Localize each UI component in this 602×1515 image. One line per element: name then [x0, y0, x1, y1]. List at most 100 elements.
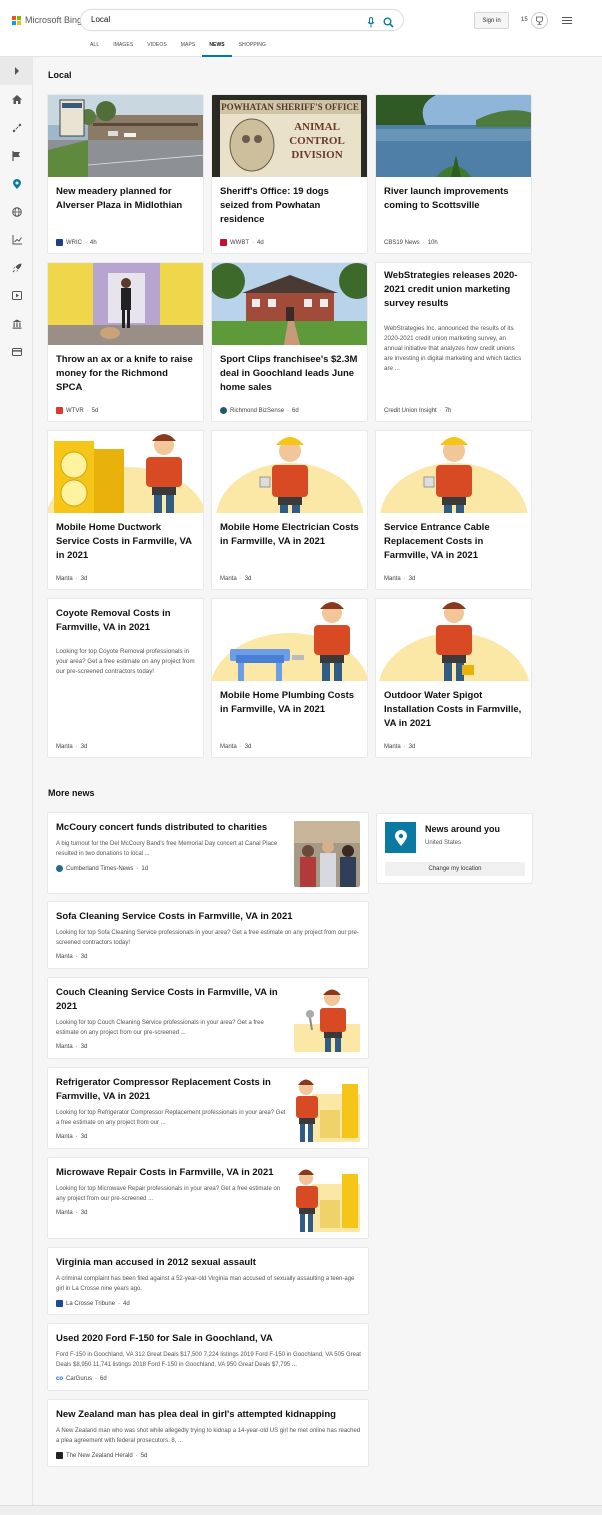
news-card[interactable]: Service Entrance Cable Replacement Costs…	[375, 430, 532, 590]
card-source: Manta · 3d	[56, 744, 88, 750]
tab-maps[interactable]: MAPS	[174, 40, 203, 57]
tab-videos[interactable]: VIDEOS	[140, 40, 174, 57]
source-name: Cumberland Times-News	[66, 865, 134, 872]
expand-rail-button[interactable]	[0, 57, 33, 85]
bank-icon[interactable]	[11, 318, 22, 329]
card-title[interactable]: River launch improvements coming to Scot…	[384, 185, 524, 213]
source-name: Manta	[220, 576, 237, 582]
source-name: Credit Union Insight	[384, 408, 437, 414]
news-around-title: News around you	[425, 824, 501, 834]
brand-name: Microsoft Bing	[25, 15, 83, 25]
news-card[interactable]: Mobile Home Electrician Costs in Farmvil…	[211, 430, 368, 590]
news-title[interactable]: Sofa Cleaning Service Costs in Farmville…	[56, 910, 293, 924]
card-title[interactable]: Mobile Home Ductwork Service Costs in Fa…	[56, 521, 196, 563]
news-thumbnail	[294, 1076, 360, 1142]
source-age: 6d	[100, 1376, 107, 1382]
microphone-icon[interactable]	[367, 15, 375, 33]
location-icon[interactable]	[11, 178, 22, 189]
news-title[interactable]: Refrigerator Compressor Replacement Cost…	[56, 1076, 286, 1104]
news-card[interactable]: WebStrategies releases 2020-2021 credit …	[375, 262, 532, 422]
news-list-item[interactable]: Sofa Cleaning Service Costs in Farmville…	[47, 901, 369, 969]
change-location-button[interactable]: Change my location	[385, 862, 525, 876]
news-list-item[interactable]: Used 2020 Ford F-150 for Sale in Goochla…	[47, 1323, 369, 1391]
rewards-trophy-icon[interactable]	[531, 12, 548, 29]
card-source: WTVR · 5d	[56, 407, 98, 414]
news-list-item[interactable]: New Zealand man has plea deal in girl's …	[47, 1399, 369, 1467]
rewards-count: 15	[521, 17, 528, 23]
tab-images[interactable]: IMAGES	[106, 40, 140, 57]
rocket-icon[interactable]	[11, 262, 22, 273]
news-source: The New Zealand Herald · 5d	[56, 1452, 147, 1459]
card-title[interactable]: Throw an ax or a knife to raise money fo…	[56, 353, 196, 395]
card-icon[interactable]	[11, 346, 22, 357]
flag-icon[interactable]	[11, 150, 22, 161]
news-title[interactable]: Microwave Repair Costs in Farmville, VA …	[56, 1166, 274, 1180]
news-title[interactable]: Used 2020 Ford F-150 for Sale in Goochla…	[56, 1332, 273, 1346]
source-name: WTVR	[66, 407, 84, 414]
card-title[interactable]: Sport Clips franchisee's $2.3M deal in G…	[220, 353, 360, 395]
news-snippet: Ford F-150 in Goochland, VA 312 Great De…	[56, 1352, 361, 1368]
news-card[interactable]: Sport Clips franchisee's $2.3M deal in G…	[211, 262, 368, 422]
location-pin-icon	[385, 822, 416, 853]
news-list-item[interactable]: McCoury concert funds distributed to cha…	[47, 812, 369, 894]
news-card[interactable]: POWHATAN SHERIFF'S OFFICE ANIMAL CONTROL…	[211, 94, 368, 254]
news-list-item[interactable]: Virginia man accused in 2012 sexual assa…	[47, 1247, 369, 1315]
news-snippet: Looking for top Couch Cleaning Service p…	[56, 1020, 264, 1036]
cumberland-favicon-icon	[56, 865, 63, 872]
card-title[interactable]: WebStrategies releases 2020-2021 credit …	[384, 269, 524, 311]
card-image	[48, 431, 203, 513]
search-box[interactable]: Local	[80, 9, 404, 31]
tab-all[interactable]: ALL	[83, 40, 106, 57]
wric-favicon-icon	[56, 239, 63, 246]
more-news-title: More news	[48, 788, 95, 798]
globe-icon[interactable]	[11, 206, 22, 217]
news-card[interactable]: River launch improvements coming to Scot…	[375, 94, 532, 254]
news-title[interactable]: New Zealand man has plea deal in girl's …	[56, 1408, 336, 1422]
bing-logo[interactable]: Microsoft Bing	[12, 15, 82, 25]
news-title[interactable]: Virginia man accused in 2012 sexual assa…	[56, 1256, 256, 1270]
card-image: POWHATAN SHERIFF'S OFFICE ANIMAL CONTROL…	[212, 95, 367, 177]
search-input[interactable]: Local	[91, 15, 110, 24]
source-age: 3d	[244, 744, 252, 750]
source-age: 7h	[444, 408, 452, 414]
news-list-item[interactable]: Couch Cleaning Service Costs in Farmvill…	[47, 977, 369, 1059]
chart-icon[interactable]	[11, 234, 22, 245]
tab-shopping[interactable]: SHOPPING	[232, 40, 273, 57]
card-image	[212, 599, 367, 681]
news-card[interactable]: Throw an ax or a knife to raise money fo…	[47, 262, 204, 422]
news-card[interactable]: Coyote Removal Costs in Farmville, VA in…	[47, 598, 204, 758]
news-title[interactable]: Couch Cleaning Service Costs in Farmvill…	[56, 986, 286, 1014]
card-title[interactable]: Coyote Removal Costs in Farmville, VA in…	[56, 607, 196, 635]
news-card[interactable]: Mobile Home Plumbing Costs in Farmville,…	[211, 598, 368, 758]
source-age: 3d	[80, 744, 88, 750]
source-age: 3d	[80, 576, 88, 582]
news-card[interactable]: Outdoor Water Spigot Installation Costs …	[375, 598, 532, 758]
card-title[interactable]: Service Entrance Cable Replacement Costs…	[384, 521, 524, 563]
card-title[interactable]: Outdoor Water Spigot Installation Costs …	[384, 689, 524, 731]
home-icon[interactable]	[11, 94, 22, 105]
news-list-item[interactable]: Refrigerator Compressor Replacement Cost…	[47, 1067, 369, 1149]
microsoft-logo-icon	[12, 15, 21, 25]
card-title[interactable]: Mobile Home Electrician Costs in Farmvil…	[220, 521, 360, 549]
news-list-item[interactable]: Microwave Repair Costs in Farmville, VA …	[47, 1157, 369, 1239]
search-icon[interactable]	[383, 15, 394, 33]
card-source: Manta · 3d	[384, 744, 416, 750]
card-title[interactable]: Sheriff's Office: 19 dogs seized from Po…	[220, 185, 360, 227]
source-age: 3d	[408, 744, 416, 750]
news-card[interactable]: New meadery planned for Alverser Plaza i…	[47, 94, 204, 254]
topics-icon[interactable]	[11, 122, 22, 133]
card-title[interactable]: New meadery planned for Alverser Plaza i…	[56, 185, 196, 213]
play-icon[interactable]	[11, 290, 22, 301]
card-source: Credit Union Insight · 7h	[384, 408, 452, 414]
source-age: 4d	[123, 1300, 130, 1307]
source-name: Manta	[56, 1134, 73, 1140]
svg-text:POWHATAN SHERIFF'S OFFICE: POWHATAN SHERIFF'S OFFICE	[221, 102, 359, 112]
news-title[interactable]: McCoury concert funds distributed to cha…	[56, 821, 267, 835]
tab-news[interactable]: NEWS	[202, 40, 233, 57]
source-name: La Crosse Tribune	[66, 1300, 116, 1307]
sign-in-button[interactable]: Sign in	[474, 12, 509, 29]
card-title[interactable]: Mobile Home Plumbing Costs in Farmville,…	[220, 689, 360, 717]
news-snippet: A New Zealand man who was shot while all…	[56, 1428, 361, 1444]
news-card[interactable]: Mobile Home Ductwork Service Costs in Fa…	[47, 430, 204, 590]
menu-icon[interactable]	[562, 17, 572, 26]
